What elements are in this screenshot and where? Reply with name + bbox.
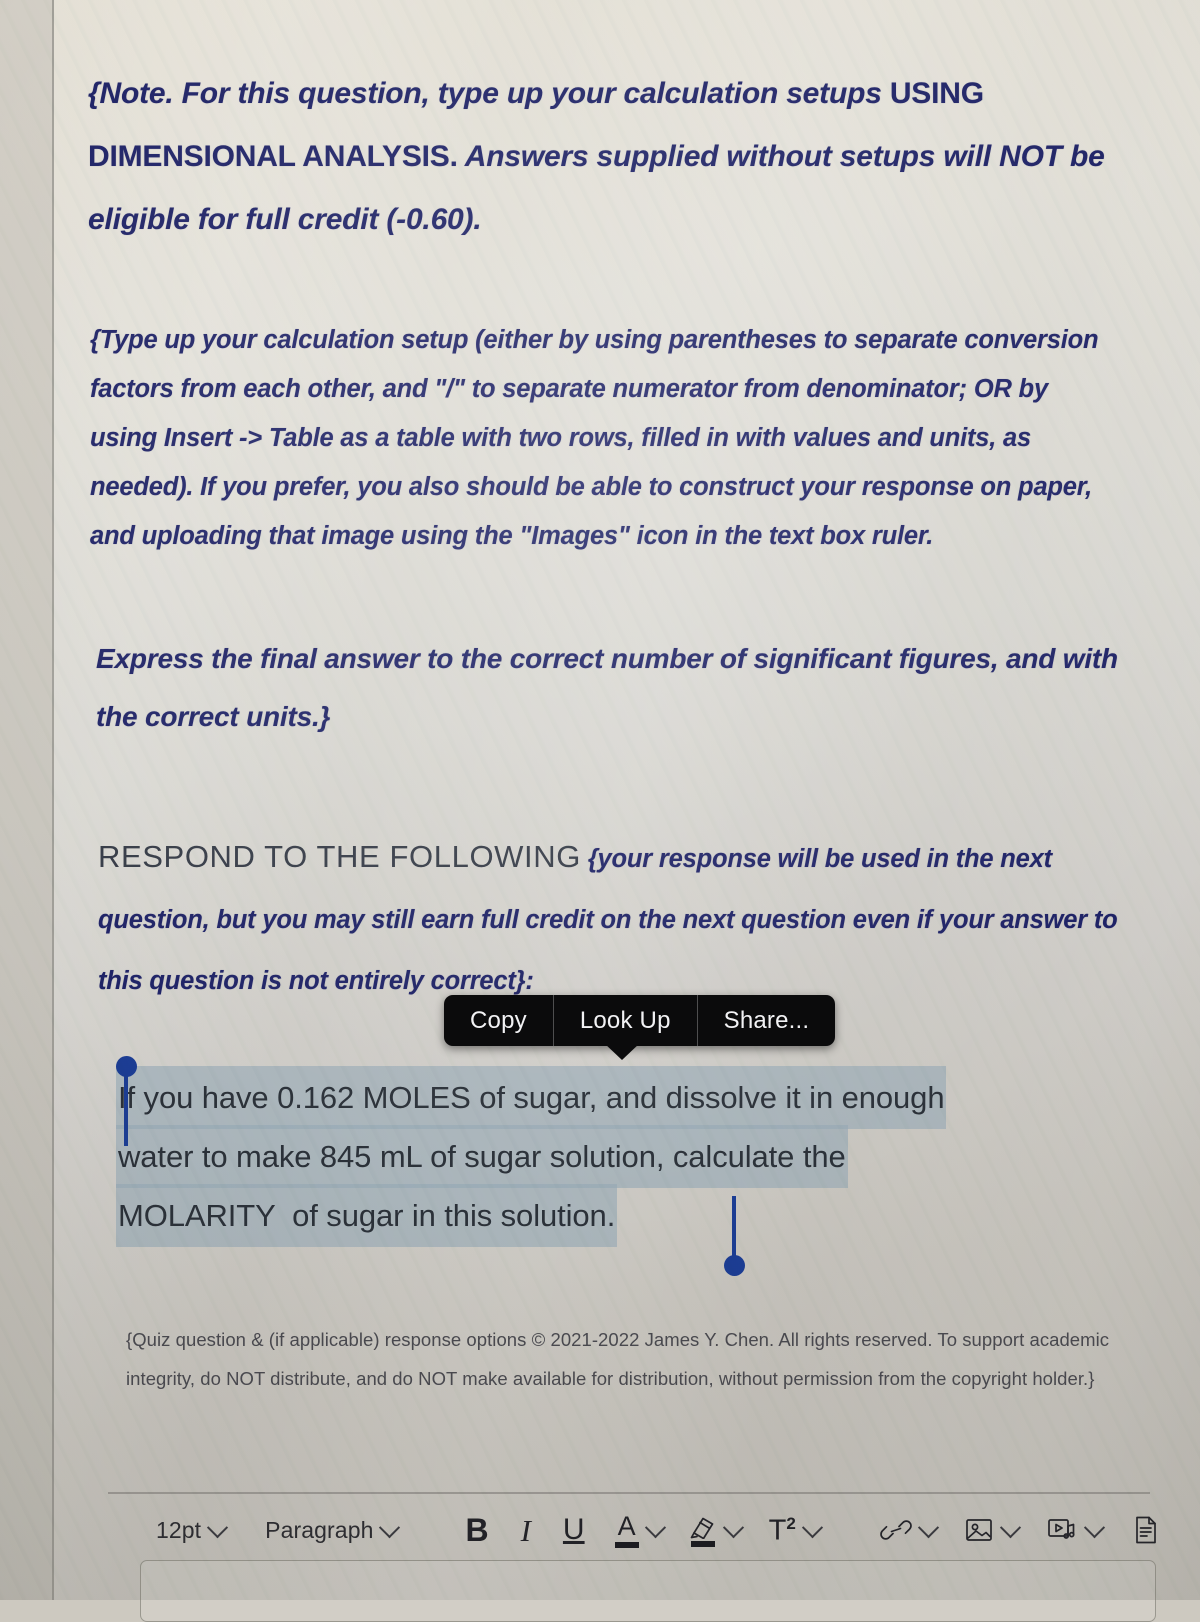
toolbar-top-divider <box>108 1492 1150 1494</box>
bold-icon: B <box>465 1512 489 1548</box>
copyright-footnote: {Quiz question & (if applicable) respons… <box>126 1329 1110 1389</box>
highlighter-pen-glyph <box>690 1517 713 1539</box>
look-up-button[interactable]: Look Up <box>552 995 697 1046</box>
note-paragraph: {Note. For this question, type up your c… <box>88 62 1148 251</box>
font-size-label: 12pt <box>156 1516 202 1543</box>
text-color-icon: A <box>614 1510 639 1548</box>
respond-paragraph: RESPOND TO THE FOLLOWING {your response … <box>98 826 1146 1012</box>
rich-text-editor-toolbar[interactable]: 12pt Paragraph B I U A T2 <box>108 1500 1156 1560</box>
link-button[interactable] <box>879 1516 939 1543</box>
italic-icon: I <box>520 1512 531 1548</box>
chevron-down-icon <box>801 1516 823 1538</box>
note-lead-text: {Note. For this question, type up your c… <box>88 77 890 110</box>
block-format-label: Paragraph <box>265 1516 374 1543</box>
superscript-base: T <box>768 1514 787 1547</box>
highlighter-color-swatch <box>690 1540 715 1547</box>
superscript-exponent: 2 <box>786 1513 796 1533</box>
chevron-down-icon <box>1083 1516 1105 1538</box>
italic-button[interactable]: I <box>521 1515 531 1546</box>
page-left-divider <box>52 0 54 1600</box>
highlighter-button[interactable] <box>689 1514 744 1547</box>
image-icon <box>965 1519 992 1541</box>
superscript-button[interactable]: T2 <box>769 1515 823 1546</box>
selected-question-text[interactable]: If you have 0.162 MOLES of sugar, and di… <box>118 1068 1148 1245</box>
device-screen-photo: {Note. For this question, type up your c… <box>0 0 1200 1622</box>
media-icon <box>1047 1519 1075 1539</box>
bold-button[interactable]: B <box>465 1514 488 1546</box>
document-button[interactable] <box>1132 1515 1160 1545</box>
text-selection-popup[interactable]: Copy Look Up Share... <box>444 995 836 1046</box>
page-left-gutter <box>0 0 52 1600</box>
popup-arrow-icon <box>604 1043 640 1060</box>
question-line: If you have 0.162 MOLES of sugar, and di… <box>118 1068 945 1127</box>
chevron-down-icon <box>722 1516 744 1538</box>
share-button[interactable]: Share... <box>696 995 836 1046</box>
block-format-dropdown[interactable]: Paragraph <box>265 1516 401 1544</box>
font-size-dropdown[interactable]: 12pt <box>156 1516 229 1544</box>
chevron-down-icon <box>207 1516 229 1538</box>
response-text-input[interactable] <box>140 1560 1156 1622</box>
chevron-down-icon <box>379 1516 401 1538</box>
instructions-paragraph: {Type up your calculation setup (either … <box>90 326 1099 550</box>
highlighter-icon <box>689 1514 717 1547</box>
text-color-swatch <box>614 1541 639 1548</box>
question-line: MOLARITY of sugar in this solution. <box>118 1186 615 1245</box>
respond-heading: RESPOND TO THE FOLLOWING <box>98 839 581 874</box>
chevron-down-icon <box>644 1516 666 1538</box>
chevron-down-icon <box>999 1516 1021 1538</box>
text-color-letter: A <box>617 1510 636 1541</box>
express-answer-paragraph: Express the final answer to the correct … <box>96 643 1118 732</box>
chevron-down-icon <box>917 1516 939 1538</box>
copy-button[interactable]: Copy <box>444 995 553 1046</box>
document-icon <box>1135 1516 1156 1544</box>
underline-button[interactable]: U <box>563 1515 585 1545</box>
selection-end-handle[interactable] <box>723 1196 745 1276</box>
link-icon <box>879 1520 912 1540</box>
image-button[interactable] <box>964 1516 1021 1544</box>
text-color-button[interactable]: A <box>614 1510 666 1548</box>
superscript-icon: T2 <box>769 1515 796 1546</box>
selection-start-handle[interactable] <box>115 1056 137 1146</box>
question-line: water to make 845 mL of sugar solution, … <box>118 1127 846 1186</box>
underline-icon: U <box>562 1513 585 1546</box>
media-button[interactable] <box>1046 1516 1105 1544</box>
